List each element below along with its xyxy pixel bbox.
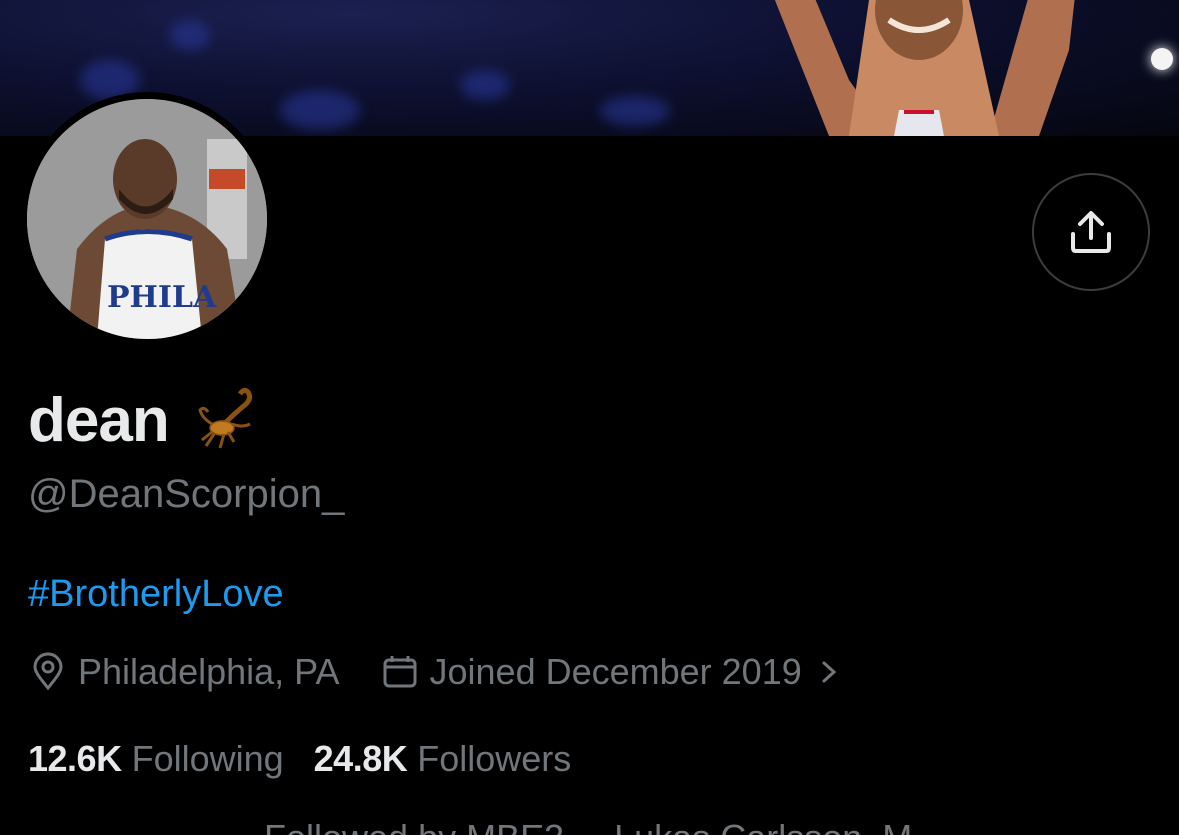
profile-handle: @DeanScorpion_ <box>28 472 345 516</box>
joined-item[interactable]: Joined December 2019 <box>380 651 842 693</box>
following-count: 12.6K <box>28 738 122 779</box>
following-link[interactable]: 12.6K Following <box>28 736 284 782</box>
scorpion-emoji-icon <box>198 387 253 449</box>
share-upload-icon <box>1071 211 1111 253</box>
avatar-image: PHILA <box>27 99 267 339</box>
joined-text: Joined December 2019 <box>429 651 802 692</box>
avatar-ring[interactable]: PHILA <box>20 92 274 346</box>
following-label: Following <box>131 738 284 779</box>
profile-page: PHILA dean @DeanScorpion_ #BrotherlyLove <box>0 0 1179 835</box>
location-pin-icon <box>33 652 63 691</box>
display-name: dean <box>28 386 170 455</box>
location-item: Philadelphia, PA <box>28 651 340 693</box>
followers-count: 24.8K <box>313 738 408 779</box>
banner-player-image <box>774 0 1075 136</box>
avatar[interactable]: PHILA <box>27 99 267 339</box>
profile-meta: Philadelphia, PA Joined December 2019 <box>28 648 842 696</box>
bio-hashtag-link[interactable]: #BrotherlyLove <box>28 571 284 617</box>
chevron-right-icon <box>822 661 836 683</box>
avatar-jersey-text: PHILA <box>107 280 217 315</box>
profile-stats: 12.6K Following 24.8K Followers <box>28 736 571 782</box>
followed-by-text[interactable]: Followed by MBE3 ... Lukas Carlsson, M..… <box>264 818 942 835</box>
calendar-icon <box>383 656 417 688</box>
banner-light <box>1151 48 1173 70</box>
location-text: Philadelphia, PA <box>78 651 340 692</box>
followers-label: Followers <box>417 738 572 779</box>
share-button[interactable] <box>1032 173 1150 291</box>
followers-link[interactable]: 24.8K Followers <box>314 736 572 782</box>
